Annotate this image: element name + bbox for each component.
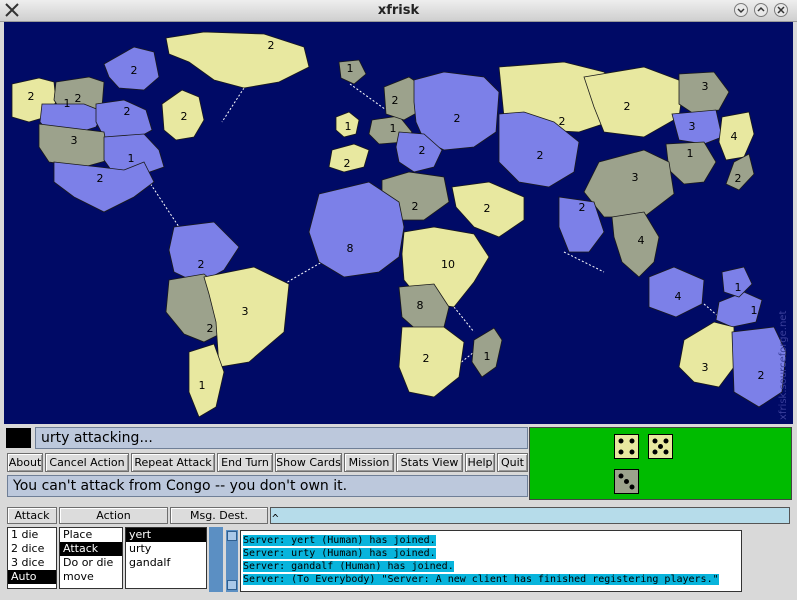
- cancel-action-button[interactable]: Cancel Action: [45, 453, 129, 472]
- action-option[interactable]: Place: [60, 528, 122, 542]
- army-count: 3: [71, 134, 78, 147]
- army-count: 1: [687, 147, 694, 160]
- army-count: 2: [559, 115, 566, 128]
- army-count: 2: [75, 92, 82, 105]
- army-count: 2: [28, 90, 35, 103]
- attack-dice-list[interactable]: 1 die 2 dice 3 dice Auto: [7, 527, 57, 589]
- attack-option[interactable]: Auto: [8, 570, 56, 584]
- army-count: 3: [702, 80, 709, 93]
- maximize-icon: [757, 6, 765, 12]
- army-count: 1: [128, 152, 135, 165]
- army-count: 1: [735, 281, 742, 294]
- army-count: 10: [441, 258, 455, 271]
- army-count: 3: [242, 305, 249, 318]
- army-count: 2: [392, 94, 399, 107]
- army-count: 8: [347, 242, 354, 255]
- army-count: 4: [731, 130, 738, 143]
- army-count: 3: [632, 171, 639, 184]
- chat-scrollbar[interactable]: [226, 530, 238, 592]
- army-count: 2: [344, 157, 351, 170]
- army-count: 2: [454, 112, 461, 125]
- map-watermark: xfrisk.sourceforge.net: [778, 311, 789, 420]
- current-player-color: [6, 428, 31, 448]
- attack-die-1: [614, 434, 639, 459]
- scroll-down-icon[interactable]: [227, 580, 237, 590]
- army-count: 3: [689, 120, 696, 133]
- attack-option[interactable]: 1 die: [8, 528, 56, 542]
- chat-message: Server: (To Everybody) "Server: A new cl…: [243, 574, 719, 585]
- action-option[interactable]: Do or die: [60, 556, 122, 570]
- dice-panel: [529, 427, 792, 500]
- army-count: 2: [419, 144, 426, 157]
- minimize-icon: [737, 8, 745, 14]
- world-map[interactable]: 2 22212 231211 122222223341232 224810223182 1…: [4, 22, 793, 424]
- army-count: 1: [390, 122, 397, 135]
- chat-message: Server: yert (Human) has joined.: [243, 535, 436, 546]
- help-button[interactable]: Help: [465, 453, 495, 472]
- end-turn-button[interactable]: End Turn: [217, 453, 273, 472]
- army-count: 3: [702, 361, 709, 374]
- army-count: 2: [412, 200, 419, 213]
- chat-message: Server: urty (Human) has joined.: [243, 548, 436, 559]
- army-count: 2: [268, 39, 275, 52]
- stats-view-button[interactable]: Stats View: [396, 453, 463, 472]
- army-count: 2: [537, 149, 544, 162]
- action-option[interactable]: Attack: [60, 542, 122, 556]
- attack-die-2: [648, 434, 673, 459]
- maximize-button[interactable]: [754, 3, 768, 17]
- title-bar: xfrisk: [0, 0, 797, 22]
- turn-status: urty attacking...: [35, 427, 528, 449]
- action-list[interactable]: Place Attack Do or die move: [59, 527, 123, 589]
- territory[interactable]: [671, 109, 723, 145]
- player-option[interactable]: gandalf: [126, 556, 206, 570]
- about-button[interactable]: About: [7, 453, 43, 472]
- action-option[interactable]: move: [60, 570, 122, 584]
- army-count: 2: [181, 110, 188, 123]
- quit-button[interactable]: Quit: [497, 453, 528, 472]
- army-count: 2: [131, 64, 138, 77]
- attack-option[interactable]: 3 dice: [8, 556, 56, 570]
- player-option[interactable]: yert: [126, 528, 206, 542]
- army-count: 4: [675, 290, 682, 303]
- mission-button[interactable]: Mission: [344, 453, 394, 472]
- player-option[interactable]: urty: [126, 542, 206, 556]
- army-count: 2: [198, 258, 205, 271]
- tab-action[interactable]: Action: [59, 507, 168, 524]
- army-count: 1: [484, 350, 491, 363]
- tab-msg-dest[interactable]: Msg. Dest.: [170, 507, 268, 524]
- army-count: 2: [423, 352, 430, 365]
- chat-messages: Server: yert (Human) has joined. Server:…: [240, 530, 742, 592]
- status-message: You can't attack from Congo -- you don't…: [7, 475, 528, 497]
- army-count: 4: [638, 234, 645, 247]
- close-button[interactable]: [774, 3, 788, 17]
- territory[interactable]: [308, 181, 405, 278]
- defend-die-1: [614, 469, 639, 494]
- army-count: 2: [624, 100, 631, 113]
- army-count: 1: [199, 379, 206, 392]
- army-count: 2: [484, 202, 491, 215]
- army-count: 2: [97, 172, 104, 185]
- show-cards-button[interactable]: Show Cards: [275, 453, 342, 472]
- attack-option[interactable]: 2 dice: [8, 542, 56, 556]
- army-count: 1: [64, 97, 71, 110]
- close-icon: [777, 6, 785, 14]
- army-count: 2: [124, 105, 131, 118]
- army-count: 1: [347, 62, 354, 75]
- tab-attack[interactable]: Attack: [7, 507, 57, 524]
- army-count: 2: [735, 172, 742, 185]
- minimize-button[interactable]: [734, 3, 748, 17]
- chat-input[interactable]: ^: [270, 507, 790, 525]
- army-count: 2: [758, 369, 765, 382]
- army-count: 2: [579, 201, 586, 214]
- army-count: 8: [417, 299, 424, 312]
- army-count: 1: [345, 120, 352, 133]
- scroll-up-icon[interactable]: [227, 531, 237, 541]
- destination-scrollbar[interactable]: [209, 527, 223, 592]
- repeat-attack-button[interactable]: Repeat Attack: [131, 453, 215, 472]
- army-count: 1: [751, 304, 758, 317]
- chat-message: Server: gandalf (Human) has joined.: [243, 561, 454, 572]
- message-destination-list[interactable]: yert urty gandalf: [125, 527, 207, 589]
- army-count: 2: [207, 322, 214, 335]
- window-title: xfrisk: [377, 3, 420, 18]
